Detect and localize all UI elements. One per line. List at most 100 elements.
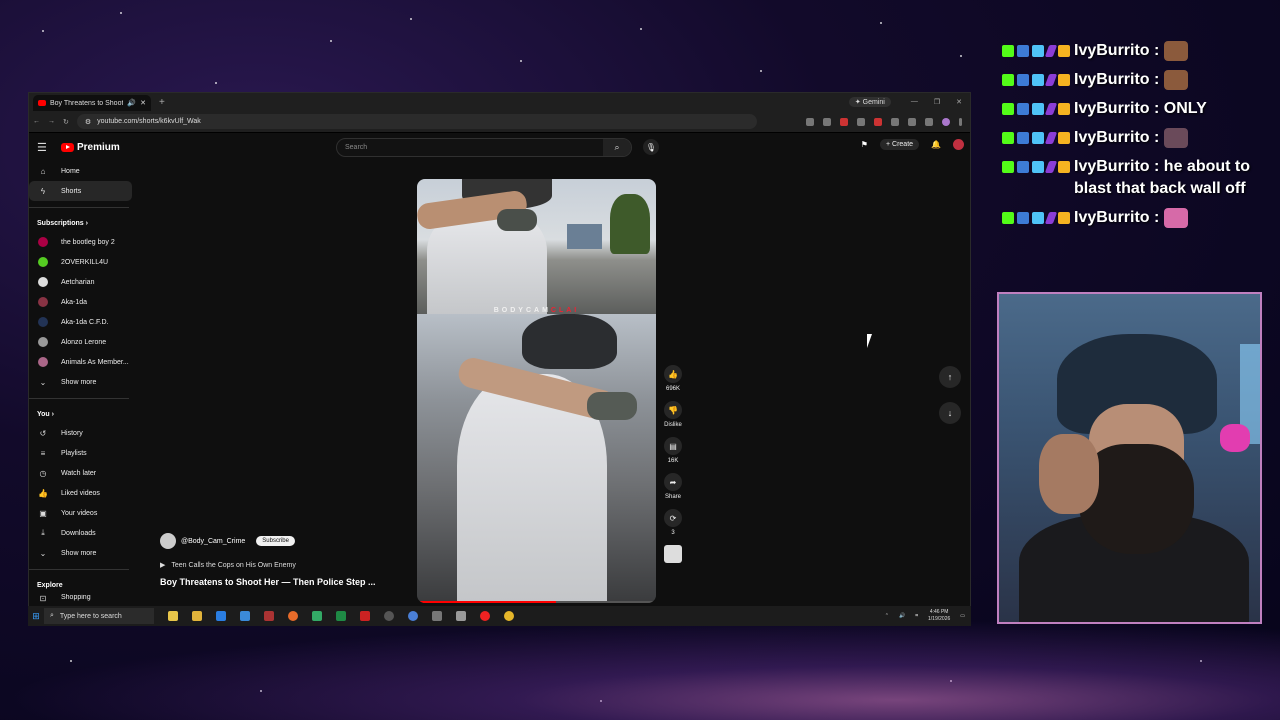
video-meta: @Body_Cam_Crime Subscribe ▶ Teen Calls t…: [160, 533, 376, 587]
extension-icon[interactable]: [925, 117, 933, 126]
sidebar-item-shopping[interactable]: ⊡ Shopping: [29, 594, 139, 604]
sidebar-item-channel[interactable]: Animals As Member...: [29, 352, 139, 372]
firefox-icon[interactable]: [288, 611, 298, 621]
edge-icon[interactable]: [216, 611, 226, 621]
extension-icon[interactable]: [857, 117, 865, 126]
clock[interactable]: 4:46 PM 1/19/2026: [928, 609, 950, 623]
maximize-icon[interactable]: ❐: [934, 98, 940, 106]
extension-icon[interactable]: [840, 117, 848, 126]
show-more-button[interactable]: ⌄ Show more: [29, 372, 139, 392]
sidebar-item-playlists[interactable]: ≡ Playlists: [29, 443, 139, 463]
share-button[interactable]: ➦ Share: [658, 473, 688, 500]
address-bar: ← → ↻ ⚙ youtube.com/shorts/k6kvUlf_Wak: [29, 111, 970, 133]
next-short-button[interactable]: ↓: [939, 402, 961, 424]
shorts-video-player[interactable]: BODYCAMCLAI: [417, 179, 656, 603]
app-icon[interactable]: [408, 611, 418, 621]
channel-name[interactable]: @Body_Cam_Crime: [181, 538, 245, 545]
channel-name: Aka-1da: [61, 298, 88, 306]
app-icon[interactable]: [264, 611, 274, 621]
chevron-up-icon[interactable]: ⌃: [885, 613, 889, 619]
thumbs-up-icon: 👍: [38, 488, 48, 498]
notifications-bell-icon[interactable]: 🔔: [931, 140, 941, 149]
windows-start-icon[interactable]: ⊞: [28, 611, 44, 622]
sidebar-item-watch-later[interactable]: ◷ Watch later: [29, 463, 139, 483]
extension-icon[interactable]: [908, 117, 916, 126]
new-tab-button[interactable]: +: [159, 97, 165, 108]
channel-name: Alonzo Lerone: [61, 338, 107, 346]
sidebar-item-channel[interactable]: Alonzo Lerone: [29, 332, 139, 352]
search-input[interactable]: Search ⌕: [336, 138, 632, 157]
gemini-button[interactable]: ✦ Gemini: [848, 97, 891, 107]
sidebar-item-shorts[interactable]: ϟ Shorts: [29, 181, 132, 201]
show-more-label: Show more: [61, 378, 97, 386]
voice-search-button[interactable]: 🎙: [643, 139, 659, 155]
dislike-button[interactable]: 👎 Dislike: [658, 401, 688, 428]
sidebar-item-channel[interactable]: 2OVERKILL4U: [29, 252, 139, 272]
sidebar-item-history[interactable]: ↺ History: [29, 423, 139, 443]
close-window-icon[interactable]: ✕: [956, 98, 962, 106]
close-tab-icon[interactable]: ✕: [140, 99, 146, 107]
star-icon[interactable]: [823, 117, 831, 126]
subscriptions-header[interactable]: Subscriptions ›: [29, 214, 139, 232]
sidebar-item-liked-videos[interactable]: 👍 Liked videos: [29, 483, 139, 503]
obs-icon[interactable]: [384, 611, 394, 621]
speaker-icon[interactable]: 🔊: [899, 613, 905, 619]
arrow-up-icon: ↑: [947, 372, 953, 382]
speaker-icon[interactable]: 🔊: [127, 99, 136, 107]
channel-avatar[interactable]: [160, 533, 176, 549]
opera-icon[interactable]: [480, 611, 490, 621]
network-icon[interactable]: ⌗: [915, 613, 918, 619]
channel-name: Animals As Member...: [61, 358, 129, 366]
minimize-icon[interactable]: —: [911, 98, 918, 106]
subscribe-button[interactable]: Subscribe: [256, 536, 295, 546]
excel-icon[interactable]: [336, 611, 346, 621]
video-title[interactable]: Boy Threatens to Shoot Her — Then Police…: [160, 577, 376, 587]
playlist-link[interactable]: ▶ Teen Calls the Cops on His Own Enemy: [160, 561, 376, 570]
file-explorer-icon[interactable]: [192, 611, 202, 621]
sidebar-item-label: Your videos: [61, 509, 98, 517]
sidebar-item-channel[interactable]: Aetcharian: [29, 272, 139, 292]
extension-icon[interactable]: [806, 117, 814, 126]
account-avatar[interactable]: [953, 139, 964, 150]
audio-thumbnail[interactable]: [664, 545, 682, 563]
menu-icon[interactable]: [959, 117, 962, 126]
sidebar-item-your-videos[interactable]: ▣ Your videos: [29, 503, 139, 523]
sidebar-item-downloads[interactable]: ⤓ Downloads: [29, 523, 139, 543]
taskbar-search-input[interactable]: ⌕ Type here to search: [44, 608, 154, 624]
browser-tab[interactable]: Boy Threatens to Shoot Her ... 🔊 ✕: [33, 95, 151, 111]
sidebar-item-home[interactable]: ⌂ Home: [29, 161, 139, 181]
app-icon[interactable]: [456, 611, 466, 621]
you-header[interactable]: You ›: [29, 405, 139, 423]
notifications-icon[interactable]: ▭: [960, 613, 965, 619]
video-progress-bar[interactable]: [417, 601, 656, 603]
chrome-icon[interactable]: [504, 611, 514, 621]
forward-icon[interactable]: →: [48, 118, 55, 125]
sidebar-item-channel[interactable]: Aka-1da: [29, 292, 139, 312]
search-button[interactable]: ⌕: [603, 139, 631, 156]
reload-icon[interactable]: ↻: [63, 118, 69, 126]
hamburger-menu-icon[interactable]: ☰: [37, 141, 47, 154]
channel-avatar: [38, 317, 48, 327]
sparkle-icon[interactable]: [168, 611, 178, 621]
comments-button[interactable]: ▤ 16K: [658, 437, 688, 464]
url-field[interactable]: ⚙ youtube.com/shorts/k6kvUlf_Wak: [76, 114, 757, 129]
site-info-icon[interactable]: ⚙: [85, 118, 91, 126]
sidebar-item-channel[interactable]: Aka-1da C.F.D.: [29, 312, 139, 332]
back-icon[interactable]: ←: [33, 118, 40, 125]
sidebar-item-channel[interactable]: the bootleg boy 2: [29, 232, 139, 252]
app-icon[interactable]: [312, 611, 322, 621]
cast-icon[interactable]: ⚑: [861, 140, 868, 149]
extension-icon[interactable]: [891, 117, 899, 126]
profile-icon[interactable]: [942, 117, 950, 126]
app-icon[interactable]: [432, 611, 442, 621]
remix-button[interactable]: ⟳ 3: [658, 509, 688, 536]
extension-icon[interactable]: [874, 117, 882, 126]
create-button[interactable]: + Create: [879, 139, 920, 150]
youtube-logo[interactable]: Premium: [61, 142, 120, 153]
store-icon[interactable]: [240, 611, 250, 621]
show-more-button[interactable]: ⌄ Show more: [29, 543, 139, 563]
like-button[interactable]: 👍 696K: [658, 365, 688, 392]
app-icon[interactable]: [360, 611, 370, 621]
previous-short-button[interactable]: ↑: [939, 366, 961, 388]
chat-message: IvyBurrito :: [1002, 40, 1280, 62]
